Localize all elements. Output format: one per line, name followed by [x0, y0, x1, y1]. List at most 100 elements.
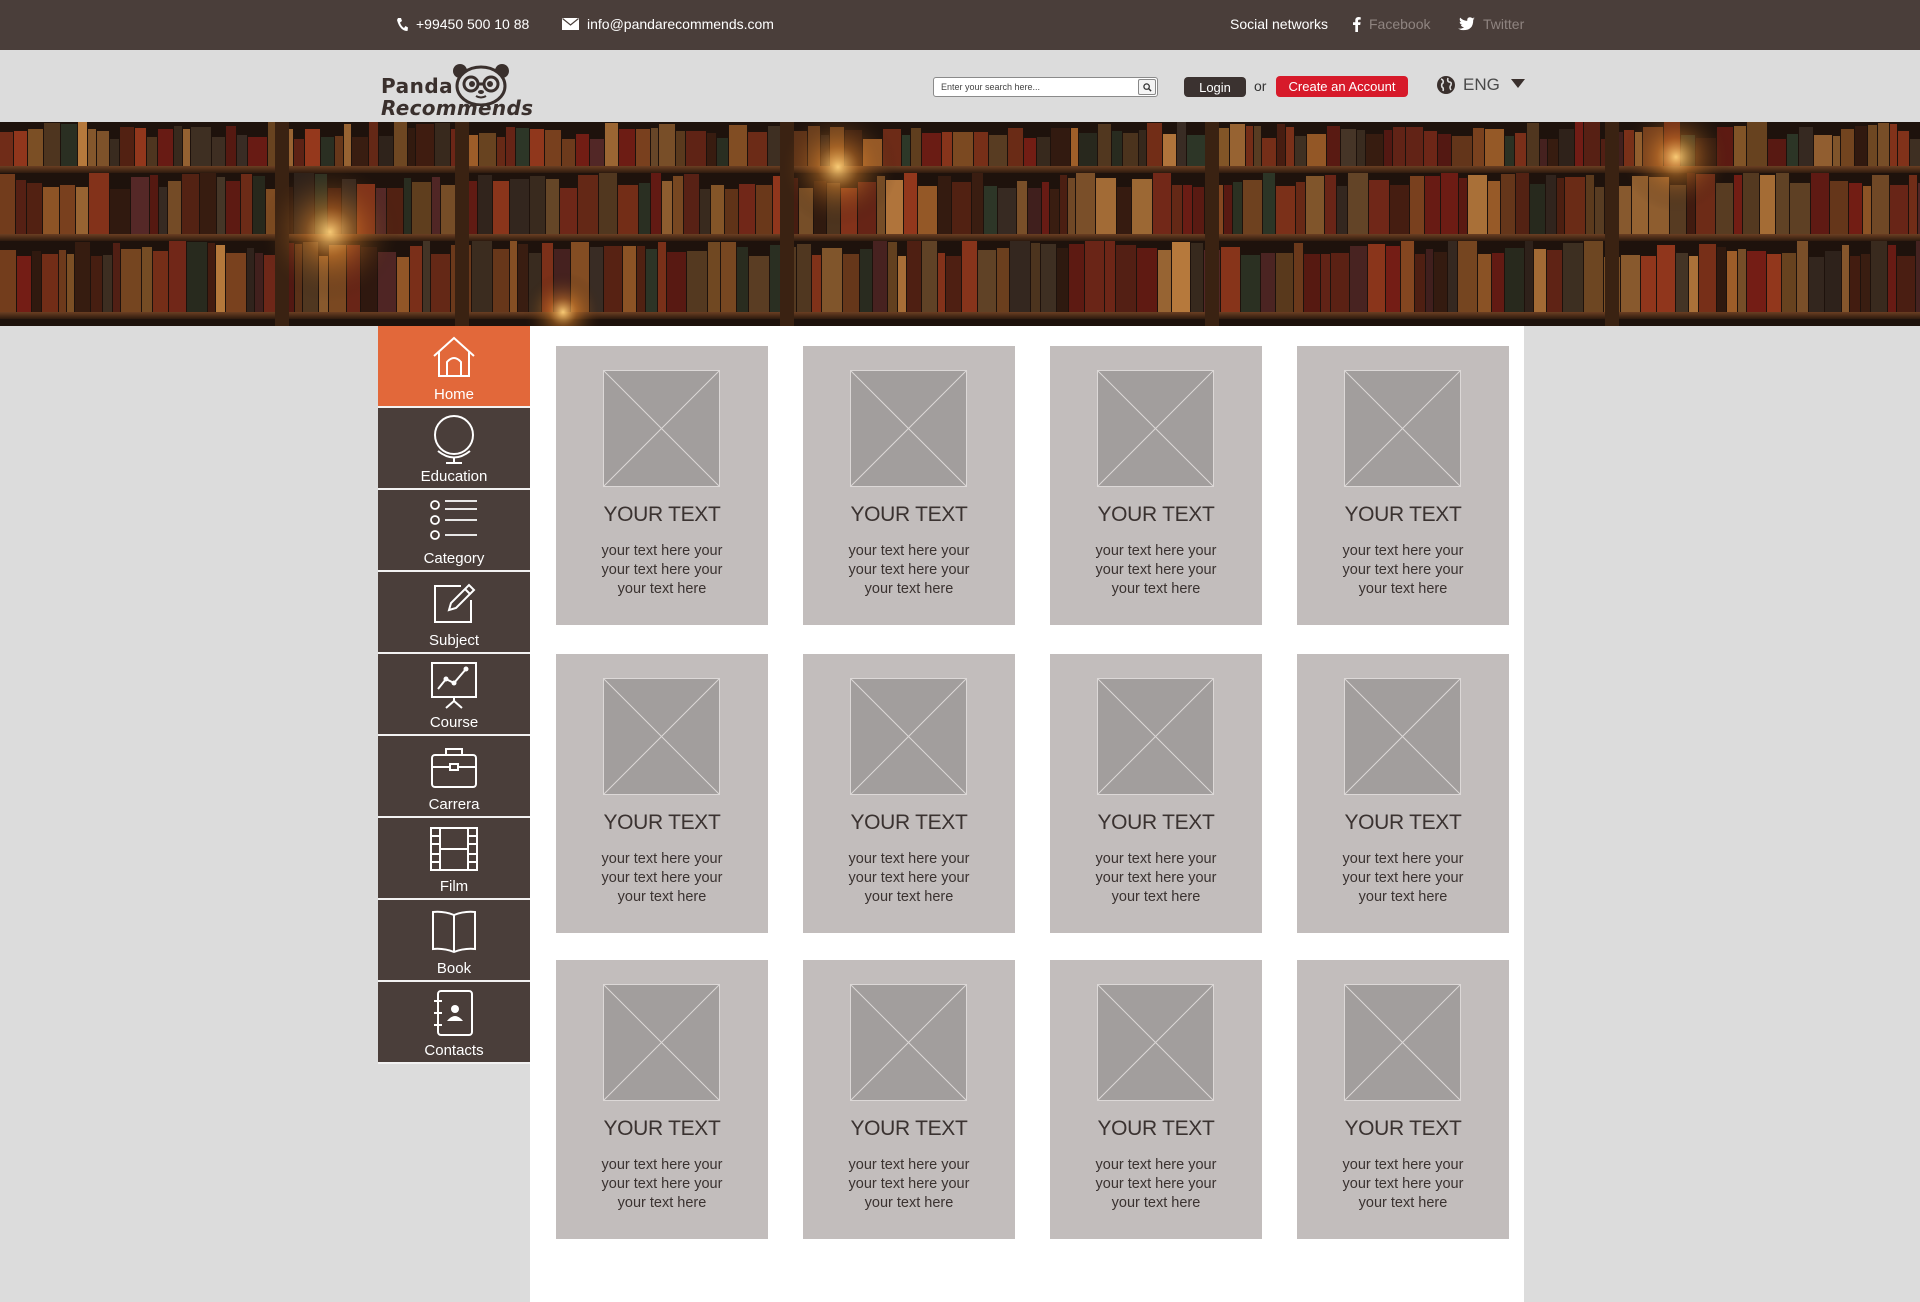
content-card[interactable]: YOUR TEXT your text here your your text he… — [803, 654, 1015, 933]
banner-book — [1872, 175, 1889, 234]
content-card[interactable]: YOUR TEXT your text here your your text he… — [803, 346, 1015, 625]
facebook-link[interactable]: Facebook — [1352, 16, 1430, 32]
logo[interactable]: Panda Recommends — [380, 58, 533, 120]
banner-book — [1530, 184, 1545, 234]
card-description: your text here your your text here your yo… — [1329, 1156, 1477, 1213]
twitter-link[interactable]: Twitter — [1458, 16, 1524, 32]
banner-book — [1890, 185, 1908, 234]
sidebar-item-category[interactable]: Category — [378, 490, 530, 572]
banner-book — [530, 176, 545, 234]
banner-book — [1797, 241, 1808, 312]
banner-book — [1888, 245, 1896, 312]
banner-book — [1327, 126, 1340, 166]
banner-book — [1051, 128, 1070, 166]
content-card[interactable]: YOUR TEXT your text here your your text he… — [1050, 654, 1262, 933]
content-card[interactable]: YOUR TEXT your text here your your text he… — [556, 960, 768, 1239]
banner-book — [989, 135, 1007, 166]
banner-book — [686, 131, 706, 166]
search-input[interactable] — [934, 78, 1134, 96]
banner-book — [32, 251, 41, 312]
banner-book — [1426, 249, 1433, 312]
banner-book — [907, 240, 921, 312]
banner-book — [1641, 256, 1656, 312]
sidebar-item-carrera[interactable]: Carrera — [378, 736, 530, 818]
banner-book — [226, 181, 240, 234]
banner-book — [67, 254, 74, 312]
content-card[interactable]: YOUR TEXT your text here your your text he… — [1050, 960, 1262, 1239]
banner-book — [1307, 134, 1326, 166]
banner-book — [708, 242, 720, 312]
banner-book — [1263, 172, 1275, 234]
language-label: ENG — [1463, 75, 1500, 94]
login-button[interactable]: Login — [1184, 77, 1246, 97]
search-button[interactable] — [1138, 79, 1156, 95]
banner-book — [1221, 247, 1240, 312]
content-card[interactable]: YOUR TEXT your text here your your text he… — [803, 960, 1015, 1239]
content-card[interactable]: YOUR TEXT your text here your your text he… — [1050, 346, 1262, 625]
banner-book — [1112, 131, 1122, 166]
banner-book — [1760, 175, 1775, 234]
card-description-line: your text here your — [1342, 543, 1464, 559]
banner-book — [1747, 251, 1766, 312]
content-card[interactable]: YOUR TEXT your text here your your text he… — [1297, 346, 1509, 625]
banner-book — [0, 132, 13, 166]
banner-book — [182, 174, 199, 234]
banner-book — [1254, 126, 1261, 166]
sidebar-item-home[interactable]: Home — [378, 326, 547, 408]
banner-book — [216, 245, 225, 312]
banner-book — [1366, 134, 1383, 166]
language-selector[interactable]: ENG — [1436, 75, 1525, 95]
banner-book — [997, 248, 1009, 312]
phone-contact[interactable]: +99450 500 10 88 — [396, 16, 529, 32]
banner-book — [978, 250, 996, 312]
banner-book — [646, 249, 657, 312]
sidebar-item-course[interactable]: Course — [378, 654, 530, 736]
card-title: YOUR TEXT — [1097, 503, 1215, 526]
banner-book — [637, 246, 645, 312]
phone-number: +99450 500 10 88 — [416, 16, 530, 32]
mail-icon — [562, 18, 579, 30]
banner-book — [1584, 122, 1600, 166]
banner-book — [14, 131, 27, 166]
logo-text-line2: Recommends — [381, 96, 534, 120]
banner-book — [1814, 135, 1832, 166]
banner-book — [749, 256, 769, 312]
sidebar-item-book[interactable]: Book — [378, 900, 530, 982]
content-card[interactable]: YOUR TEXT your text here your your text he… — [1297, 654, 1509, 933]
sidebar-item-subject[interactable]: Subject — [378, 572, 530, 654]
card-description-line: your text here — [1111, 581, 1201, 597]
banner-book — [121, 249, 141, 312]
banner-book — [1306, 176, 1324, 234]
image-placeholder — [849, 983, 968, 1102]
image-placeholder — [602, 369, 721, 488]
banner-book — [226, 126, 236, 166]
card-description: your text here your your text here your yo… — [588, 542, 736, 599]
content-card[interactable]: YOUR TEXT your text here your your text he… — [556, 654, 768, 933]
sidebar-item-film[interactable]: Film — [378, 818, 530, 900]
content-card[interactable]: YOUR TEXT your text here your your text he… — [556, 346, 768, 625]
card-description-line: your text here — [617, 889, 707, 905]
create-account-button[interactable]: Create an Account — [1276, 76, 1408, 97]
banner-book — [200, 172, 216, 234]
banner-book — [1276, 253, 1293, 312]
home-icon — [433, 336, 475, 377]
banner-book — [1057, 248, 1068, 312]
card-description-line: your text here your — [848, 1176, 970, 1192]
banner-book — [1042, 182, 1049, 234]
banner-book — [1790, 183, 1810, 234]
card-title: YOUR TEXT — [603, 503, 721, 526]
sidebar-item-education[interactable]: Education — [378, 408, 530, 490]
banner-book — [797, 244, 811, 312]
banner-book — [1183, 185, 1192, 234]
banner-book — [431, 254, 450, 312]
banner-book — [1448, 241, 1457, 312]
banner-book — [352, 137, 368, 166]
card-description-line: your text here your — [601, 1176, 723, 1192]
content-card[interactable]: YOUR TEXT your text here your your text he… — [1297, 960, 1509, 1239]
card-description-line: your text here your — [1095, 1176, 1217, 1192]
banner-book — [408, 128, 415, 166]
banner-book — [147, 137, 157, 166]
email-contact[interactable]: info@pandarecommends.com — [562, 16, 774, 32]
banner-book — [1241, 255, 1260, 312]
sidebar-item-contacts[interactable]: Contacts — [378, 982, 530, 1064]
